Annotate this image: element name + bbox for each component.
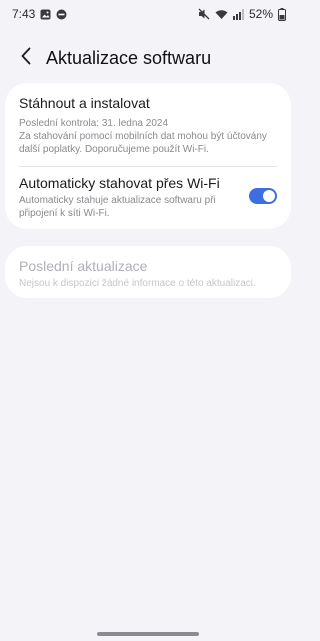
download-and-install-item[interactable]: Stáhnout a instalovat Poslední kontrola:…	[5, 95, 291, 156]
mute-icon	[198, 8, 210, 20]
toggle-knob	[263, 190, 275, 202]
dnd-notification-icon	[56, 9, 67, 20]
battery-percentage: 52%	[248, 7, 273, 21]
auto-download-wifi-toggle[interactable]	[249, 188, 277, 204]
last-update-card: Poslední aktualizace Nejsou k dispozici …	[5, 246, 291, 298]
auto-download-wifi-texts: Automaticky stahovat přes Wi-Fi Automati…	[19, 175, 244, 220]
signal-icon	[232, 8, 244, 20]
chevron-left-icon	[20, 47, 32, 70]
last-update-title: Poslední aktualizace	[19, 258, 148, 274]
divider	[19, 166, 277, 167]
status-time: 7:43	[12, 7, 36, 21]
last-update-item: Poslední aktualizace Nejsou k dispozici …	[5, 258, 291, 290]
back-button[interactable]	[8, 40, 44, 76]
page-title: Aktualizace softwaru	[46, 47, 212, 68]
status-bar-right: 52%	[198, 7, 286, 21]
app-header: Aktualizace softwaru	[0, 40, 296, 76]
wifi-icon	[215, 9, 228, 20]
auto-download-wifi-item[interactable]: Automaticky stahovat přes Wi-Fi Automati…	[5, 175, 291, 220]
last-check-text: Poslední kontrola: 31. ledna 2024	[19, 118, 168, 129]
last-update-subtitle: Nejsou k dispozici žádné informace o tét…	[19, 278, 256, 289]
mobile-data-note: Za stahování pomocí mobilních dat mohou …	[19, 131, 267, 155]
auto-download-wifi-subtitle: Automaticky stahuje aktualizace softwaru…	[19, 195, 216, 219]
gallery-notification-icon	[40, 9, 51, 20]
status-bar-left: 7:43	[12, 7, 67, 21]
status-bar: 7:43 52%	[0, 0, 296, 28]
battery-icon	[278, 7, 286, 21]
gesture-navigation-handle[interactable]	[97, 632, 199, 636]
download-settings-card: Stáhnout a instalovat Poslední kontrola:…	[5, 83, 291, 229]
download-and-install-title: Stáhnout a instalovat	[19, 95, 150, 111]
auto-download-wifi-title: Automaticky stahovat přes Wi-Fi	[19, 175, 220, 191]
